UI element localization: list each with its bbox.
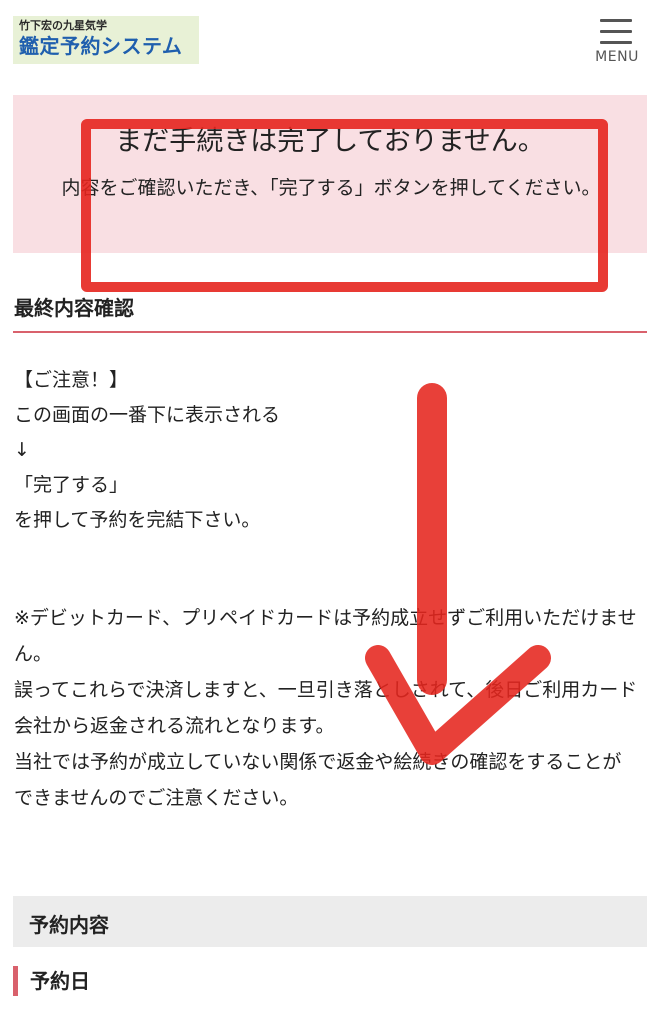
site-logo[interactable]: 竹下宏の九星気学 鑑定予約システム <box>13 16 199 64</box>
incomplete-notice: まだ手続きは完了しておりません。 内容をご確認いただき、「完了する」ボタンを押し… <box>13 95 647 253</box>
caution-line: 「完了する」 <box>14 474 129 496</box>
hamburger-icon <box>600 17 632 45</box>
site-header: 竹下宏の九星気学 鑑定予約システム MENU <box>0 0 661 80</box>
section-divider <box>13 331 647 333</box>
debit-paragraph: 誤ってこれらで決済しますと、一旦引き落としされて、後日ご利用カード会社から返金さ… <box>14 679 638 737</box>
debit-card-notice: ※デビットカード、プリペイドカードは予約成立せずご利用いただけません。 誤ってこ… <box>14 600 640 816</box>
logo-title: 鑑定予約システム <box>19 34 183 58</box>
debit-paragraph: 当社では予約が成立していない関係で返金や絵続きの確認をすることができませんのでご… <box>14 751 622 809</box>
reservation-section-title: 予約内容 <box>29 913 109 937</box>
menu-button[interactable]: MENU <box>588 14 646 70</box>
debit-paragraph: ※デビットカード、プリペイドカードは予約成立せずご利用いただけません。 <box>14 607 637 665</box>
caution-text: 【ご注意！】 この画面の一番下に表示される ↓ 「完了する」 を押して予約を完結… <box>14 363 644 538</box>
logo-subtitle: 竹下宏の九星気学 <box>19 19 107 32</box>
caution-line: を押して予約を完結下さい。 <box>14 509 261 531</box>
notice-body: 内容をご確認いただき、「完了する」ボタンを押してください。 <box>61 177 601 199</box>
section-title-final-confirmation: 最終内容確認 <box>14 296 134 320</box>
caution-line: ↓ <box>14 439 30 461</box>
caution-line: この画面の一番下に表示される <box>14 404 281 426</box>
caution-line: 【ご注意！】 <box>14 369 129 391</box>
reservation-date-label: 予約日 <box>13 966 90 996</box>
reservation-section-header: 予約内容 <box>13 896 647 947</box>
notice-title: まだ手続きは完了しておりません。 <box>115 126 545 157</box>
menu-label: MENU <box>595 49 639 65</box>
